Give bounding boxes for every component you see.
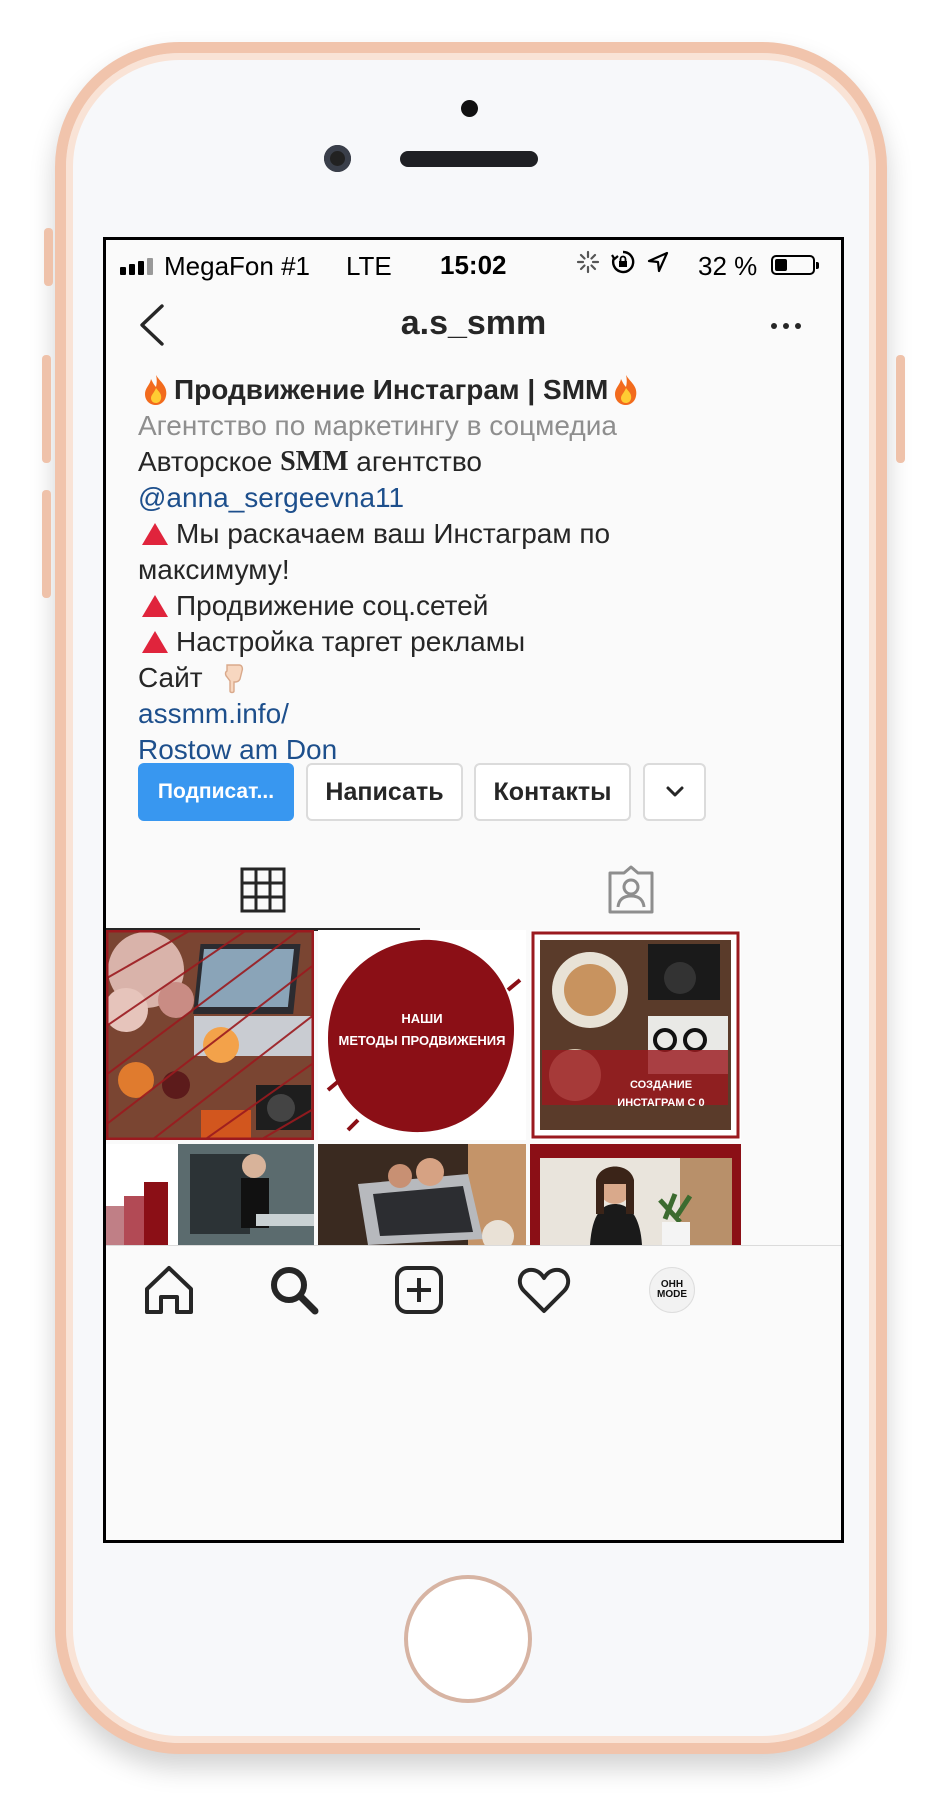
post-caption-line: МЕТОДЫ ПРОДВИЖЕНИЯ xyxy=(338,1033,506,1048)
profile-avatar[interactable]: OHH MODE xyxy=(642,1260,702,1320)
website-link[interactable]: assmm.info/ xyxy=(138,696,818,732)
post-image xyxy=(530,1144,741,1245)
profile-username: a.s_smm xyxy=(400,304,547,342)
pointing-down-hand-icon xyxy=(224,664,243,694)
loading-spinner-icon xyxy=(576,250,600,274)
battery-percent: 32 % xyxy=(698,251,758,281)
status-time: 15:02 xyxy=(440,250,507,280)
red-triangle-icon xyxy=(142,631,168,653)
tab-tagged[interactable] xyxy=(420,850,841,930)
earpiece-speaker xyxy=(400,151,538,167)
profile-name: Продвижение Инстаграм | SMM xyxy=(174,374,609,405)
post-thumbnail[interactable] xyxy=(106,1144,314,1245)
status-icons xyxy=(576,249,670,275)
bio-bullet-text: Продвижение соц.сетей xyxy=(176,590,489,621)
post-thumbnail[interactable] xyxy=(530,1144,741,1245)
profile-bio: Продвижение Инстаграм | SMM Агентство по… xyxy=(138,372,818,768)
follow-button[interactable]: Подписат... xyxy=(138,763,294,821)
network-type: LTE xyxy=(346,251,392,281)
profile-actions: Подписат... Написать Контакты xyxy=(138,763,808,821)
profile-category: Агентство по маркетингу в соцмедиа xyxy=(138,410,617,441)
battery-icon xyxy=(771,255,819,275)
home-icon[interactable] xyxy=(139,1260,199,1320)
fire-emoji-icon xyxy=(615,375,637,405)
location-arrow-icon xyxy=(647,251,669,273)
carrier-name: MegaFon #1 xyxy=(164,251,310,281)
tagged-icon xyxy=(608,865,653,914)
search-icon[interactable] xyxy=(264,1260,324,1320)
bio-bullet: Настройка таргет рекламы xyxy=(138,624,818,660)
new-post-icon[interactable] xyxy=(389,1260,449,1320)
mute-switch xyxy=(44,228,53,286)
bottom-nav: OHH MODE xyxy=(106,1245,841,1341)
front-camera xyxy=(324,145,351,172)
post-thumbnail[interactable] xyxy=(318,1144,526,1245)
home-button[interactable] xyxy=(404,1575,532,1703)
bio-bullet-text: Мы раскачаем ваш Инстаграм по xyxy=(176,518,611,549)
site-label: Сайт xyxy=(138,662,203,693)
red-triangle-icon xyxy=(142,523,168,545)
grid-icon xyxy=(240,867,286,913)
contacts-button[interactable]: Контакты xyxy=(474,763,631,821)
volume-down-button xyxy=(42,490,51,598)
bio-text: Авторское xyxy=(138,446,281,477)
post-image xyxy=(318,1144,526,1245)
post-image xyxy=(106,930,314,1140)
profile-header: a.s_smm xyxy=(106,290,841,360)
activity-heart-icon[interactable] xyxy=(514,1260,574,1320)
post-thumbnail[interactable] xyxy=(106,930,314,1140)
suggestions-dropdown-button[interactable] xyxy=(643,763,706,821)
post-thumbnail[interactable]: НАШИ МЕТОДЫ ПРОДВИЖЕНИЯ xyxy=(318,930,526,1140)
tab-grid[interactable] xyxy=(106,850,420,930)
profile-name-row: Продвижение Инстаграм | SMM xyxy=(138,372,818,408)
red-triangle-icon xyxy=(142,595,168,617)
bio-bullet-text: Настройка таргет рекламы xyxy=(176,626,526,657)
bio-bullet-continuation: максимуму! xyxy=(138,554,290,585)
avatar: OHH MODE xyxy=(649,1267,695,1313)
power-button xyxy=(896,355,905,463)
more-dots-icon[interactable] xyxy=(761,306,811,346)
bio-bullet: Мы раскачаем ваш Инстаграм по xyxy=(138,516,818,552)
site-label-row: Сайт xyxy=(138,660,818,696)
avatar-text: MODE xyxy=(657,1289,687,1300)
proximity-sensor xyxy=(461,100,478,117)
chevron-down-icon xyxy=(666,786,683,797)
post-caption-line: ИНСТАГРАМ С 0 xyxy=(617,1097,705,1109)
screen: MegaFon #1 LTE 15:02 32 % a.s_smm Продви… xyxy=(103,237,844,1543)
bio-bold-text: SMM xyxy=(280,446,349,477)
bio-text: агентство xyxy=(348,446,482,477)
post-caption: СОЗДАНИЕ ИНСТАГРАМ С 0 xyxy=(566,1076,741,1112)
post-caption: НАШИ МЕТОДЫ ПРОДВИЖЕНИЯ xyxy=(318,1008,526,1052)
post-caption-line: СОЗДАНИЕ xyxy=(629,1079,693,1091)
posts-grid: НАШИ МЕТОДЫ ПРОДВИЖЕНИЯ СОЗДАНИЕ ИНСТАГР… xyxy=(106,930,841,1245)
profile-tabs xyxy=(106,850,841,931)
mention-link[interactable]: @anna_sergeevna11 xyxy=(138,480,818,516)
post-thumbnail[interactable]: СОЗДАНИЕ ИНСТАГРАМ С 0 xyxy=(530,930,741,1140)
post-caption-line: НАШИ xyxy=(401,1011,443,1026)
bio-bullet: Продвижение соц.сетей xyxy=(138,588,818,624)
rotation-lock-icon xyxy=(611,250,635,274)
status-bar: MegaFon #1 LTE 15:02 32 % xyxy=(106,240,841,286)
message-button[interactable]: Написать xyxy=(306,763,463,821)
signal-bars-icon xyxy=(120,258,153,275)
fire-emoji-icon xyxy=(145,375,167,405)
post-image xyxy=(106,1144,314,1245)
bio-line: Авторское SMM агентство xyxy=(138,444,818,480)
volume-up-button xyxy=(42,355,51,463)
